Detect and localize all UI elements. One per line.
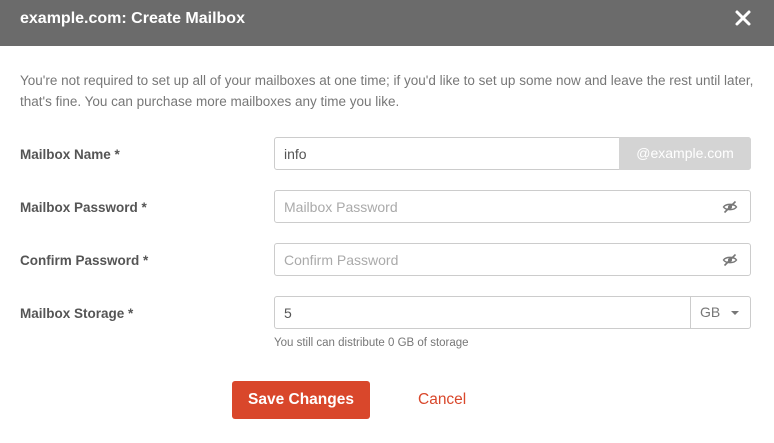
- mailbox-storage-label: Mailbox Storage *: [20, 306, 134, 321]
- mailbox-password-label: Mailbox Password *: [20, 200, 147, 215]
- eye-slash-icon: [722, 253, 738, 267]
- confirm-password-field: [274, 243, 751, 276]
- save-changes-button[interactable]: Save Changes: [232, 381, 370, 419]
- storage-helper-text: You still can distribute 0 GB of storage: [274, 337, 469, 349]
- dialog-header: example.com: Create Mailbox: [0, 0, 774, 46]
- dialog-title: example.com: Create Mailbox: [20, 10, 245, 27]
- close-icon: [735, 10, 751, 26]
- confirm-password-label: Confirm Password *: [20, 253, 149, 268]
- close-button[interactable]: [734, 9, 752, 27]
- chevron-down-icon: [731, 311, 739, 315]
- eye-slash-icon: [722, 200, 738, 214]
- confirm-password-input[interactable]: [275, 244, 750, 275]
- mailbox-password-visibility-toggle[interactable]: [722, 199, 738, 215]
- mailbox-name-input[interactable]: [275, 138, 620, 169]
- storage-unit-select[interactable]: GB: [690, 297, 750, 328]
- domain-suffix: @example.com: [619, 137, 751, 170]
- intro-text: You're not required to set up all of you…: [20, 73, 754, 109]
- create-mailbox-dialog: example.com: Create Mailbox You're not r…: [0, 0, 774, 443]
- storage-unit-value: GB: [700, 304, 721, 320]
- mailbox-storage-field: GB: [274, 296, 751, 329]
- mailbox-password-input[interactable]: [275, 191, 750, 222]
- mailbox-name-field: @example.com: [274, 137, 751, 170]
- confirm-password-visibility-toggle[interactable]: [722, 252, 738, 268]
- mailbox-password-field: [274, 190, 751, 223]
- cancel-link[interactable]: Cancel: [418, 381, 466, 419]
- mailbox-storage-input[interactable]: [275, 297, 691, 328]
- mailbox-name-label: Mailbox Name *: [20, 147, 120, 162]
